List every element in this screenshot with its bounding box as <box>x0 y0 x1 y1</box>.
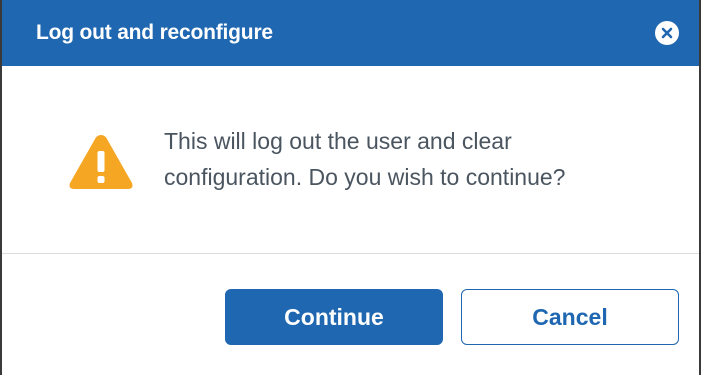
close-icon[interactable] <box>655 21 679 45</box>
x-mark <box>661 27 673 39</box>
dialog-body: This will log out the user and clear con… <box>2 66 699 253</box>
dialog-message: This will log out the user and clear con… <box>164 127 566 190</box>
dialog-title: Log out and reconfigure <box>36 21 273 44</box>
dialog-header: Log out and reconfigure <box>2 0 699 66</box>
logout-dialog: Log out and reconfigure This will log ou… <box>0 0 701 375</box>
dialog-footer: Continue Cancel <box>2 253 699 375</box>
warning-icon <box>66 131 136 193</box>
continue-button[interactable]: Continue <box>225 289 443 345</box>
cancel-button[interactable]: Cancel <box>461 289 679 345</box>
